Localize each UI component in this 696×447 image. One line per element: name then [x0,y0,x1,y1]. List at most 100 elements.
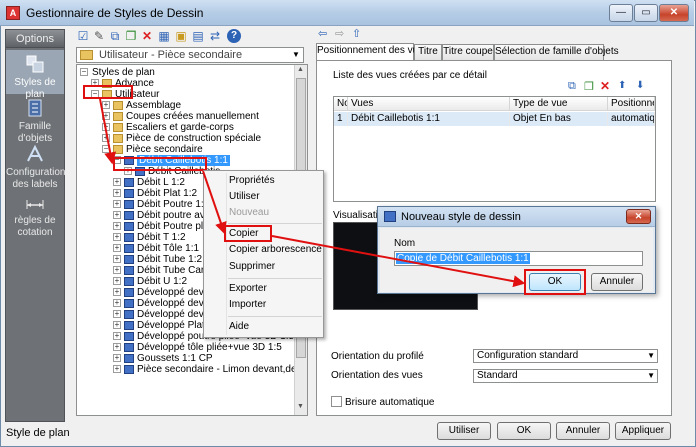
folder-icon[interactable]: ▣ [174,29,188,43]
scroll-down-icon[interactable]: ▼ [297,403,304,410]
style-icon [124,266,134,275]
copy-icon[interactable]: ⧉ [108,29,122,43]
apply-button[interactable]: Appliquer [615,422,671,440]
tree-item-label: Débit Poutre 1:2 [137,199,210,210]
menu-item-aide[interactable]: Aide [229,320,249,334]
collapse-icon[interactable]: − [102,145,110,153]
minimize-button[interactable]: — [609,4,633,22]
expand-icon[interactable]: + [113,211,121,219]
menu-item-exporter[interactable]: Exporter [229,282,267,296]
tree-item[interactable]: + Goussets 1:1 CP [77,353,295,364]
title-bar[interactable]: A Gestionnaire de Styles de Dessin — ▭ ✕ [0,0,694,26]
sidebar-item-configuration-labels[interactable]: Configuration des labels [6,140,65,190]
grid-icon[interactable]: ▤ [191,29,205,43]
back-arrow-icon[interactable]: ⇦ [318,27,327,40]
ok-button[interactable]: OK [497,422,551,440]
expand-icon[interactable]: + [113,200,121,208]
maximize-button[interactable]: ▭ [634,4,658,22]
expand-icon[interactable]: + [113,321,121,329]
up-arrow-icon[interactable]: ⬆ [618,80,630,91]
menu-item-importer[interactable]: Importer [229,298,266,312]
table-cell[interactable]: Débit Caillebotis 1:1 [348,112,510,126]
expand-icon[interactable]: + [113,266,121,274]
help-icon[interactable]: ? [227,29,241,43]
menu-item-proprietes[interactable]: Propriétés [229,174,275,188]
delete-icon[interactable]: ✕ [600,79,612,93]
tree-item[interactable]: − Pièce secondaire [77,144,295,155]
tab-positionnement[interactable]: Positionnement des vues [316,43,429,61]
scroll-up-icon[interactable]: ▲ [297,66,304,73]
up-arrow-icon[interactable]: ⇧ [352,27,361,40]
tree-item[interactable]: + Développé tôle pliée+vue 3D 1:5 [77,342,295,353]
window-title: Gestionnaire de Styles de Dessin [26,6,204,20]
expand-icon[interactable]: + [113,343,121,351]
tree-item[interactable]: + Pièce de construction spéciale [77,133,295,144]
close-icon[interactable]: ✕ [626,209,651,224]
expand-icon[interactable]: + [113,354,121,362]
style-group-combo[interactable]: Utilisateur - Pièce secondaire ▼ [76,47,304,63]
expand-icon[interactable]: + [102,123,110,131]
cancel-button[interactable]: Annuler [556,422,610,440]
chevron-down-icon[interactable]: ▼ [289,48,303,62]
close-button[interactable]: ✕ [659,4,689,22]
tree-item[interactable]: + Pièce secondaire - Limon devant,dessus … [77,364,307,375]
tree-item[interactable]: + Assemblage [77,100,295,111]
expand-icon[interactable]: + [102,101,110,109]
tree-item[interactable]: + Escaliers et garde-corps [77,122,295,133]
auto-break-checkbox[interactable] [331,396,342,407]
name-input[interactable]: Copie de Débit Caillebotis 1:1 [394,251,643,266]
menu-item-nouveau[interactable]: Nouveau [229,206,269,220]
dialog-cancel-button[interactable]: Annuler [591,273,643,291]
column-header-type[interactable]: Type de vue [510,97,608,111]
new-icon[interactable]: ❐ [124,29,138,43]
profile-orientation-select[interactable]: Configuration standard ▼ [473,349,658,363]
tree-item-label: Débit Tube 1:2 [137,254,203,265]
expand-icon[interactable]: + [113,288,121,296]
link-icon[interactable]: ⇄ [208,29,222,43]
expand-icon[interactable]: + [113,255,121,263]
collapse-icon[interactable]: − [80,68,88,76]
expand-icon[interactable]: + [113,244,121,252]
delete-icon[interactable]: ✕ [140,29,154,43]
tree-item[interactable]: − Styles de plan [77,67,295,78]
new-icon[interactable]: ❐ [584,80,596,93]
sidebar-item-famille-objets[interactable]: Famille d'objets [6,94,64,144]
tab-titre-coupe[interactable]: Titre coupe [442,44,494,60]
expand-icon[interactable]: + [113,365,121,373]
table-cell[interactable]: 1 [334,112,348,126]
sidebar-item-styles-de-plan[interactable]: Styles de plan [6,50,64,100]
expand-icon[interactable]: + [102,134,110,142]
tree-icon[interactable]: ▦ [157,29,171,43]
expand-icon[interactable]: + [113,299,121,307]
views-grid[interactable]: No Vues Type de vue Positionne 1 Débit C… [333,96,656,202]
column-header-vues[interactable]: Vues [348,97,510,111]
options-header[interactable]: Options [6,30,64,48]
check-icon[interactable]: ☑ [76,29,90,43]
dialog-title-bar[interactable]: Nouveau style de dessin ✕ [378,207,655,227]
use-button[interactable]: Utiliser [437,422,491,440]
expand-icon[interactable]: + [113,233,121,241]
forward-arrow-icon[interactable]: ⇨ [335,27,344,40]
column-header-no[interactable]: No [334,97,348,111]
expand-icon[interactable]: + [113,178,121,186]
menu-item-utiliser[interactable]: Utiliser [229,190,260,204]
column-header-position[interactable]: Positionne [608,97,655,111]
expand-icon[interactable]: + [113,189,121,197]
table-cell[interactable]: automatique [608,112,655,126]
expand-icon[interactable]: + [113,277,121,285]
table-cell[interactable]: Objet En bas [510,112,608,126]
tab-selection-famille[interactable]: Sélection de famille d'objets [494,44,619,60]
copy-icon[interactable]: ⧉ [568,80,580,93]
tab-titre[interactable]: Titre [414,44,442,60]
views-orientation-select[interactable]: Standard ▼ [473,369,658,383]
sidebar-item-regles-cotation[interactable]: règles de cotation [6,188,64,238]
tree-item[interactable]: + Coupes créées manuellement [77,111,295,122]
menu-item-supprimer[interactable]: Supprimer [229,260,275,274]
expand-icon[interactable]: + [102,112,110,120]
down-arrow-icon[interactable]: ⬇ [636,80,648,91]
expand-icon[interactable]: + [113,222,121,230]
menu-item-copier-arborescence[interactable]: Copier arborescence [229,243,322,257]
edit-icon[interactable]: ✎ [92,29,106,43]
expand-icon[interactable]: + [113,332,121,340]
expand-icon[interactable]: + [113,310,121,318]
